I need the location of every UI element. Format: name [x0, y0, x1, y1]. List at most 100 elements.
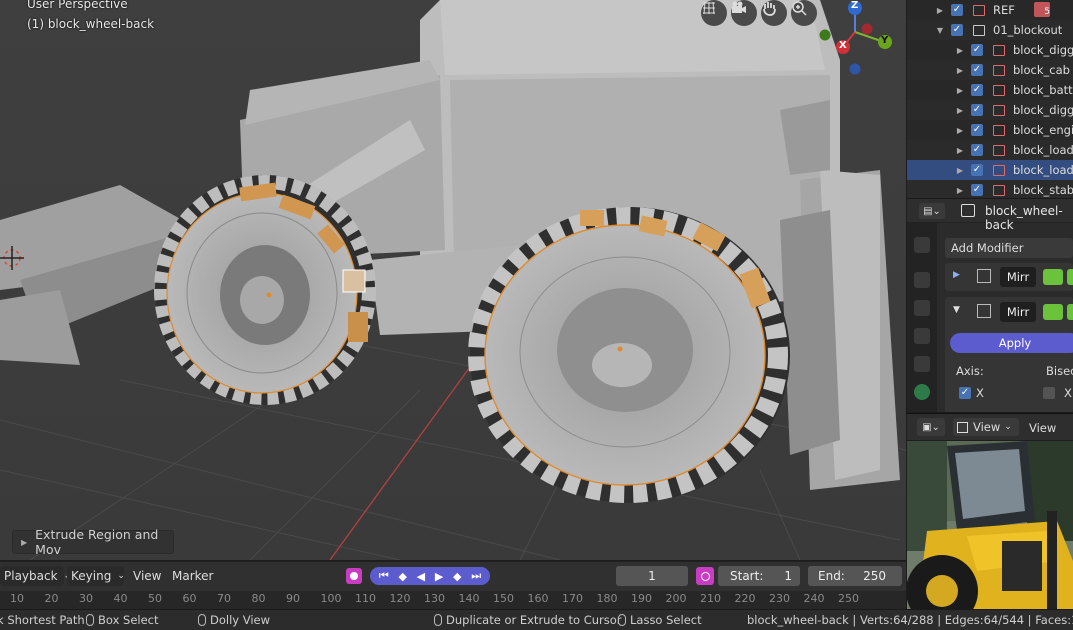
modifier-2-name[interactable]: Mirr	[1000, 302, 1036, 322]
play-icon[interactable]: ▶	[435, 570, 443, 583]
ruler-tick-label: 60	[182, 592, 197, 605]
outliner-row[interactable]: ▶ ✓ block_loader2	[907, 160, 1073, 180]
expand-arrow-icon[interactable]: ▶	[955, 106, 965, 115]
current-frame-field[interactable]: 1	[616, 566, 688, 586]
pan-view-button[interactable]	[761, 0, 787, 26]
ruler-tick-label: 40	[113, 592, 128, 605]
expand-arrow-icon[interactable]: ▶	[955, 46, 965, 55]
navigation-gizmo[interactable]: Z Y X	[818, 0, 896, 80]
status-hint-4: Duplicate or Extrude to Cursor	[434, 613, 622, 627]
zoom-view-button[interactable]	[791, 0, 817, 26]
view-menu[interactable]: View	[133, 566, 161, 586]
status-hint-2-label: Box Select	[98, 613, 159, 627]
visibility-checkbox[interactable]: ✓	[971, 104, 983, 116]
visibility-checkbox[interactable]: ✓	[951, 4, 963, 16]
scene-tab-icon[interactable]	[914, 356, 930, 372]
world-tab-icon[interactable]	[914, 384, 930, 400]
output-tab-icon[interactable]	[914, 300, 930, 316]
outliner-row[interactable]: ▶ ✓ REF 5	[907, 0, 1073, 20]
mouse-icon	[618, 614, 626, 626]
expand-arrow-icon[interactable]: ▶	[955, 186, 965, 195]
axis-x-checkbox[interactable]: ✓	[959, 387, 971, 399]
last-operator-panel[interactable]: ▶ Extrude Region and Mov	[12, 527, 174, 557]
expand-arrow-icon[interactable]: ▶	[953, 270, 960, 280]
frame-ruler[interactable]: 10 20 30 40 50 60 70 80 90 100 110 120 130 140 150 160 1…	[0, 591, 906, 609]
ruler-tick-label: 70	[217, 592, 231, 605]
auto-keying-button[interactable]	[346, 568, 362, 584]
jump-start-icon[interactable]: ⏮	[379, 569, 389, 583]
toggle-grid-view-button[interactable]	[701, 0, 727, 26]
collapse-arrow-icon[interactable]: ▼	[935, 26, 945, 35]
bisect-x-checkbox[interactable]	[1043, 387, 1055, 399]
ruler-tick-label: 180	[596, 592, 618, 605]
apply-button[interactable]: Apply	[950, 333, 1073, 353]
outliner-row[interactable]: ▶ ✓ block_loader	[907, 140, 1073, 160]
outliner-row[interactable]: ▶ ✓ block_digger2	[907, 100, 1073, 120]
outliner-row[interactable]: ▶ ✓ block_stabili	[907, 180, 1073, 198]
preview-range-button[interactable]	[696, 567, 714, 585]
visibility-checkbox[interactable]: ✓	[951, 24, 963, 36]
last-operator-label: Extrude Region and Mov	[35, 527, 159, 557]
3d-viewport[interactable]: User Perspective (1) block_wheel-back Z …	[0, 0, 906, 560]
viewport-toggle-icon[interactable]	[1067, 269, 1073, 285]
expand-arrow-icon[interactable]: ▶	[955, 126, 965, 135]
jump-end-icon[interactable]: ⏭	[471, 569, 481, 583]
expand-arrow-icon[interactable]: ▶	[955, 66, 965, 75]
playback-menu[interactable]: Playback⌄	[0, 566, 71, 586]
editor-type-button[interactable]: ▣⌄	[917, 418, 945, 436]
render-tab-icon[interactable]	[914, 272, 930, 288]
outliner-item-label: block_digger	[1013, 43, 1073, 57]
view-layer-tab-icon[interactable]	[914, 328, 930, 344]
properties-tabs[interactable]	[907, 223, 937, 412]
visibility-checkbox[interactable]: ✓	[971, 84, 983, 96]
render-toggle-icon[interactable]	[1043, 304, 1063, 320]
outliner-row[interactable]: ▶ ✓ block_digger	[907, 40, 1073, 60]
visibility-checkbox[interactable]: ✓	[971, 144, 983, 156]
start-frame-field[interactable]: Start: 1	[718, 566, 800, 586]
visibility-checkbox[interactable]: ✓	[971, 64, 983, 76]
gizmo-y-label: Y	[881, 35, 889, 46]
visibility-checkbox[interactable]: ✓	[971, 124, 983, 136]
tool-tab-icon[interactable]	[914, 237, 930, 253]
dropdown-arrow-icon: ⌄	[117, 571, 125, 581]
modifier-1-name[interactable]: Mirr	[1000, 267, 1036, 287]
viewport-toggle-icon[interactable]	[1067, 304, 1073, 320]
outliner-row[interactable]: ▼ ✓ 01_blockout	[907, 20, 1073, 40]
visibility-checkbox[interactable]: ✓	[971, 184, 983, 196]
visibility-checkbox[interactable]: ✓	[971, 164, 983, 176]
play-reverse-icon[interactable]: ◀	[417, 570, 425, 583]
expand-arrow-icon: ▶	[21, 537, 28, 547]
playback-controls[interactable]: ⏮ ◆ ◀ ▶ ◆ ⏭	[370, 567, 490, 585]
image-editor[interactable]: ▣⌄ View ⌄ View	[907, 413, 1073, 609]
outliner-row[interactable]: ▶ ✓ block_cab	[907, 60, 1073, 80]
camera-icon	[732, 1, 746, 13]
collapse-arrow-icon[interactable]: ▼	[953, 305, 960, 315]
hand-icon	[763, 2, 776, 16]
expand-arrow-icon[interactable]: ▶	[955, 146, 965, 155]
outliner-item-label: block_battery	[1013, 83, 1073, 97]
marker-menu[interactable]: Marker	[172, 566, 213, 586]
visibility-checkbox[interactable]: ✓	[971, 44, 983, 56]
expand-arrow-icon[interactable]: ▶	[955, 166, 965, 175]
view-mode-dropdown[interactable]: View ⌄	[953, 418, 1019, 436]
ruler-tick-label: 160	[527, 592, 549, 605]
prev-keyframe-icon[interactable]: ◆	[398, 570, 406, 583]
outliner-item-label: REF	[993, 3, 1015, 17]
add-modifier-button[interactable]: Add Modifier	[945, 238, 1073, 258]
camera-view-button[interactable]	[731, 0, 757, 26]
end-frame-field[interactable]: End: 250	[808, 566, 902, 586]
expand-arrow-icon[interactable]: ▶	[955, 86, 965, 95]
outliner[interactable]: ▶ ✓ REF 5 ▼ ✓ 01_blockout ▶ ✓ block_digger ▶ ✓ block…	[907, 0, 1073, 198]
collection-icon	[993, 124, 1005, 136]
properties-editor[interactable]: ▤⌄ block_wheel-back Add Modifier ▶ Mirr …	[907, 198, 1073, 412]
editor-type-button[interactable]: ▤⌄	[919, 203, 945, 219]
expand-arrow-icon[interactable]: ▶	[935, 6, 945, 15]
view-menu[interactable]: View	[1029, 421, 1056, 435]
render-toggle-icon[interactable]	[1043, 269, 1063, 285]
outliner-row[interactable]: ▶ ✓ block_engine	[907, 120, 1073, 140]
outliner-row[interactable]: ▶ ✓ block_battery	[907, 80, 1073, 100]
ruler-tick-label: 250	[838, 592, 859, 605]
keying-menu[interactable]: Keying ⌄	[67, 566, 125, 586]
timeline-editor[interactable]: Playback⌄ Keying ⌄ View Marker ⏮ ◆ ◀ ▶ ◆ ⏭ 1 S…	[0, 561, 906, 609]
next-keyframe-icon[interactable]: ◆	[453, 570, 461, 583]
